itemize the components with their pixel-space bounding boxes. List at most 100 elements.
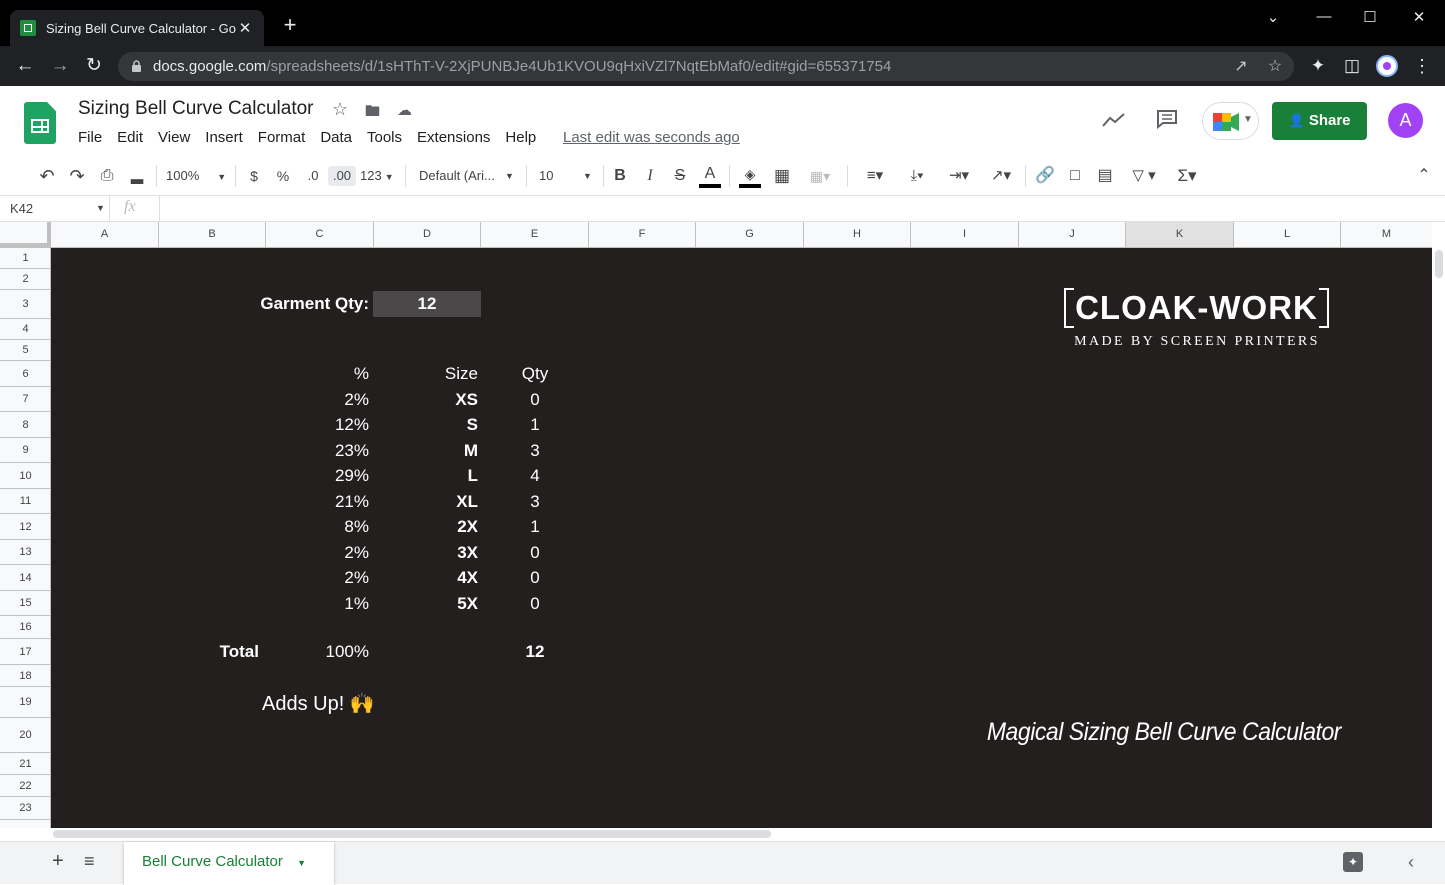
sheets-logo-icon[interactable] (24, 102, 56, 144)
menu-format[interactable]: Format (258, 129, 306, 146)
row-header[interactable]: 6 (0, 361, 50, 387)
menu-help[interactable]: Help (505, 129, 536, 146)
add-sheet-icon[interactable]: + (52, 850, 64, 873)
merge-cells-icon[interactable]: ▦▾ (803, 166, 837, 186)
column-header[interactable]: D (374, 222, 481, 247)
text-color-button[interactable]: A (699, 166, 721, 188)
row-header[interactable]: 4 (0, 319, 50, 340)
row-header[interactable]: 21 (0, 753, 50, 775)
strikethrough-button[interactable]: S (671, 166, 689, 186)
size-percent-cell[interactable]: 23% (269, 441, 369, 461)
row-header[interactable]: 20 (0, 718, 50, 753)
insert-chart-icon[interactable]: ▤ (1094, 166, 1116, 186)
comments-icon[interactable] (1156, 109, 1178, 129)
select-all-corner[interactable] (0, 222, 51, 247)
increase-decimal-button[interactable]: .00 (328, 166, 356, 186)
collapse-toolbar-icon[interactable]: ⌃ (1413, 166, 1435, 186)
vertical-scrollbar[interactable] (1432, 248, 1445, 828)
row-header[interactable]: 22 (0, 775, 50, 797)
column-header[interactable]: F (589, 222, 696, 247)
row-header[interactable]: 12 (0, 514, 50, 540)
move-folder-icon[interactable]: 🖿 (365, 101, 380, 126)
row-header[interactable]: 1 (0, 248, 50, 269)
size-percent-cell[interactable]: 2% (269, 543, 369, 563)
italic-button[interactable]: I (641, 166, 659, 186)
zoom-select[interactable]: 100% ▼ (166, 166, 226, 186)
column-header[interactable]: C (266, 222, 374, 247)
sheet-grid[interactable]: Garment Qty: 12 % Size Qty 2% XS 0 12% S 1 23%… (51, 248, 1432, 828)
extensions-puzzle-icon[interactable]: ✦ (1306, 54, 1330, 78)
row-header[interactable]: 8 (0, 412, 50, 438)
column-header[interactable]: G (696, 222, 804, 247)
menu-extensions[interactable]: Extensions (417, 129, 490, 146)
garment-qty-input[interactable]: 12 (373, 291, 481, 317)
insert-comment-icon[interactable]: □ (1064, 166, 1086, 186)
formula-input[interactable] (159, 196, 1445, 221)
last-edit-link[interactable]: Last edit was seconds ago (563, 129, 740, 146)
font-size-select[interactable]: 10 ▼ (539, 166, 595, 186)
size-percent-cell[interactable]: 2% (269, 390, 369, 410)
insert-link-icon[interactable]: 🔗 (1034, 166, 1056, 186)
redo-icon[interactable]: ↷ (66, 166, 88, 186)
sheet-tab-active[interactable]: Bell Curve Calculator ▼ (124, 842, 334, 885)
cloud-status-icon[interactable]: ☁ (397, 101, 412, 119)
vertical-scroll-thumb[interactable] (1435, 250, 1443, 278)
row-header[interactable]: 18 (0, 665, 50, 687)
side-panel-icon[interactable]: ◫ (1340, 54, 1364, 78)
menu-view[interactable]: View (158, 129, 190, 146)
column-header[interactable]: E (481, 222, 589, 247)
size-percent-cell[interactable]: 29% (269, 466, 369, 486)
side-panel-toggle-icon[interactable]: ‹ (1408, 852, 1414, 873)
menu-edit[interactable]: Edit (117, 129, 143, 146)
horizontal-scroll-thumb[interactable] (53, 830, 771, 838)
row-header[interactable]: 3 (0, 290, 50, 319)
currency-format-button[interactable]: $ (245, 166, 263, 186)
vertical-align-icon[interactable]: ⤓▾ (900, 166, 934, 186)
size-percent-cell[interactable]: 1% (269, 594, 369, 614)
name-box[interactable]: K42 ▼ (0, 196, 110, 221)
menu-insert[interactable]: Insert (205, 129, 243, 146)
horizontal-scrollbar[interactable] (51, 828, 1432, 841)
row-header[interactable]: 23 (0, 797, 50, 820)
all-sheets-icon[interactable]: ≡ (84, 851, 95, 872)
column-header[interactable]: M (1341, 222, 1432, 247)
document-title[interactable]: Sizing Bell Curve Calculator (78, 98, 314, 120)
row-header[interactable]: 2 (0, 269, 50, 290)
row-header[interactable]: 15 (0, 591, 50, 616)
maximize-button[interactable]: ☐ (1355, 8, 1385, 26)
row-header[interactable]: 13 (0, 540, 50, 565)
tab-search-icon[interactable]: ⌄ (1258, 8, 1288, 26)
column-header-selected[interactable]: K (1126, 222, 1234, 247)
forward-arrow-icon[interactable]: → (48, 54, 72, 78)
profile-icon[interactable] (1376, 55, 1398, 77)
decrease-decimal-button[interactable]: .0 (302, 166, 324, 186)
functions-icon[interactable]: Σ▾ (1170, 166, 1204, 186)
back-arrow-icon[interactable]: ← (13, 54, 37, 78)
size-percent-cell[interactable]: 21% (269, 492, 369, 512)
text-rotation-icon[interactable]: ↗▾ (984, 166, 1018, 186)
filter-icon[interactable]: ▽ ▾ (1124, 166, 1164, 186)
row-header[interactable]: 16 (0, 616, 50, 639)
share-button[interactable]: 👤 Share (1272, 102, 1367, 140)
bold-button[interactable]: B (611, 166, 629, 186)
sheet-tab-dropdown-icon[interactable]: ▼ (297, 858, 306, 868)
row-header[interactable]: 11 (0, 489, 50, 514)
menu-file[interactable]: File (78, 129, 102, 146)
row-header[interactable]: 10 (0, 463, 50, 489)
row-header[interactable]: 14 (0, 565, 50, 591)
row-header[interactable]: 5 (0, 340, 50, 361)
undo-icon[interactable]: ↶ (36, 166, 58, 186)
size-percent-cell[interactable]: 8% (269, 517, 369, 537)
account-avatar[interactable]: A (1388, 103, 1423, 138)
browser-menu-icon[interactable]: ⋮ (1410, 54, 1434, 78)
fill-color-icon[interactable]: ◈ (739, 166, 761, 188)
menu-tools[interactable]: Tools (367, 129, 402, 146)
column-header[interactable]: J (1019, 222, 1126, 247)
horizontal-align-icon[interactable]: ≡▾ (858, 166, 892, 186)
column-header[interactable]: H (804, 222, 911, 247)
borders-icon[interactable]: ▦ (772, 166, 792, 186)
reload-icon[interactable]: ↻ (82, 54, 106, 78)
row-header[interactable]: 7 (0, 387, 50, 412)
percent-format-button[interactable]: % (274, 166, 292, 186)
browser-tab[interactable]: Sizing Bell Curve Calculator - Goo ✕ (10, 10, 264, 46)
